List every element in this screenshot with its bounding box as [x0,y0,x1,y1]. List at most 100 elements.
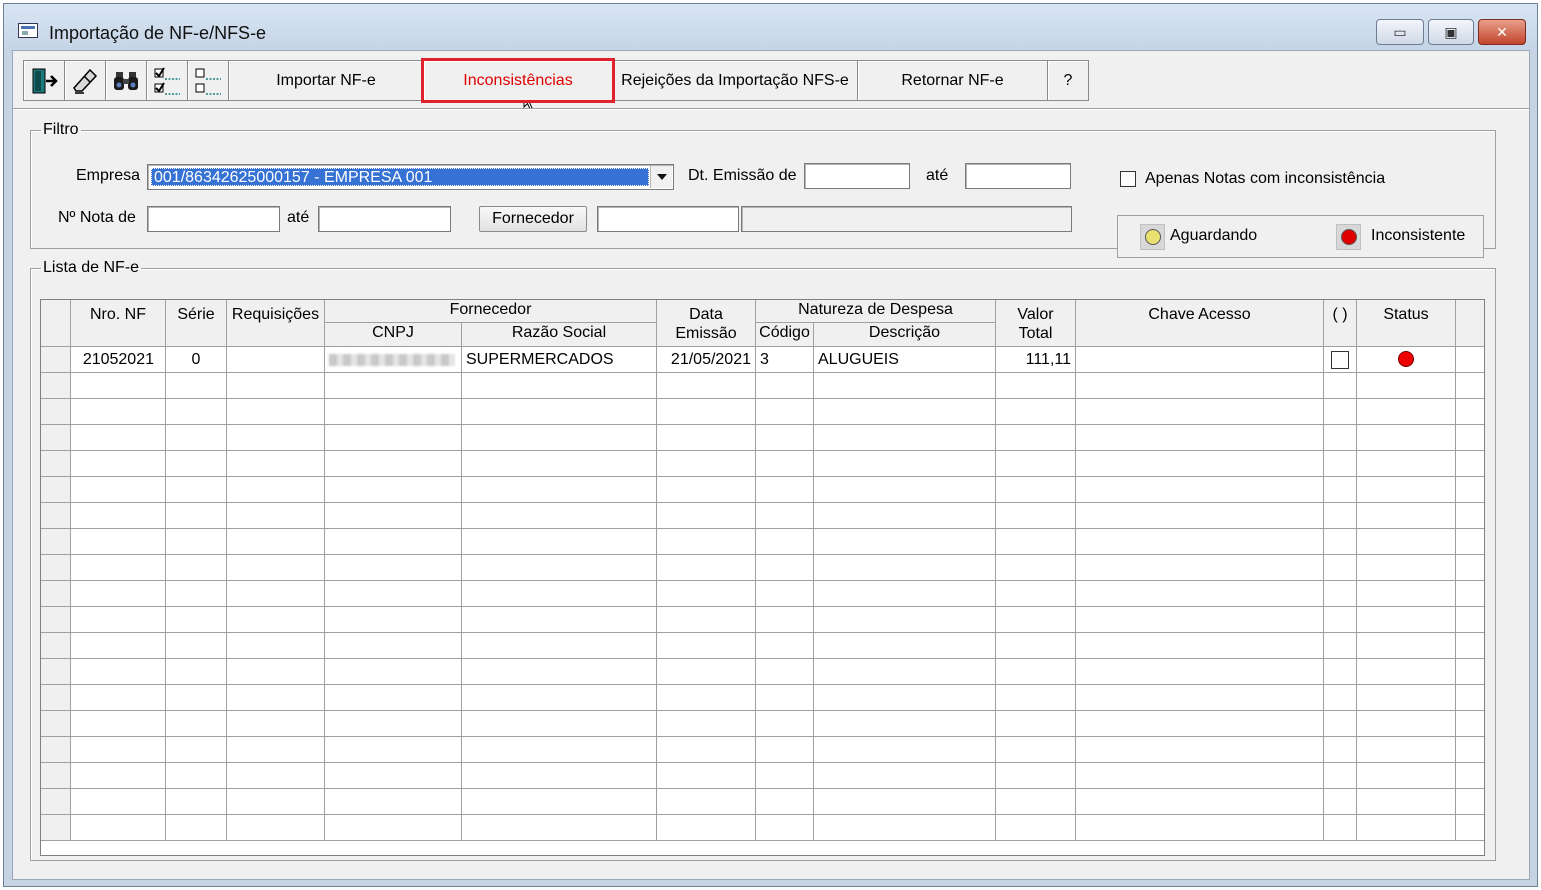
cell-valor-total: 111,11 [996,347,1076,373]
header-descricao[interactable]: Descrição [814,323,996,347]
empty-cell [325,607,462,633]
title-bar[interactable]: Importação de NF-e/NFS-e ▭ ▣ ✕ [4,4,1537,50]
empty-table-row[interactable] [41,425,1484,451]
empty-cell [166,555,227,581]
header-cnpj[interactable]: CNPJ [325,323,462,347]
empty-cell [996,529,1076,555]
empty-table-row[interactable] [41,711,1484,737]
empty-table-row[interactable] [41,685,1484,711]
empty-cell [657,503,756,529]
empresa-select[interactable]: 001/86342625000157 - EMPRESA 001 [147,164,674,190]
empty-cell [166,607,227,633]
empty-cell [325,555,462,581]
empty-table-row[interactable] [41,815,1484,841]
empty-table-row[interactable] [41,659,1484,685]
dt-emissao-de-input[interactable] [804,163,910,189]
empty-cell [1456,711,1484,737]
empty-cell [814,737,996,763]
empty-cell [1324,503,1357,529]
importar-nfe-button[interactable]: Importar NF-e [228,60,424,101]
empty-table-row[interactable] [41,581,1484,607]
maximize-button[interactable]: ▣ [1428,19,1474,45]
empty-table-row[interactable] [41,503,1484,529]
empty-cell [1456,607,1484,633]
header-data-emissao[interactable]: Data Emissão [657,300,756,347]
nota-de-input[interactable] [147,206,280,232]
select-all-button[interactable] [146,60,188,101]
empty-cell [166,477,227,503]
empty-cell [1357,659,1456,685]
empty-cell [462,581,657,607]
inconsistente-status-icon [1336,224,1361,250]
nfe-grid[interactable]: Nro. NF Série Requisições Fornecedor CNP… [40,299,1485,856]
empty-table-row[interactable] [41,477,1484,503]
empty-cell [1456,373,1484,399]
empty-cell [227,399,325,425]
cell-serie: 0 [166,347,227,373]
header-requisicoes[interactable]: Requisições [227,300,325,347]
rejeicoes-importacao-button[interactable]: Rejeições da Importação NFS-e [612,60,858,101]
row-indicator [41,425,71,451]
clear-button[interactable] [64,60,106,101]
empty-table-row[interactable] [41,399,1484,425]
empty-cell [462,607,657,633]
row-select-checkbox[interactable] [1331,351,1349,369]
empty-table-row[interactable] [41,451,1484,477]
empty-table-row[interactable] [41,529,1484,555]
close-button[interactable]: ✕ [1478,19,1526,45]
dt-emissao-ate-input[interactable] [965,163,1071,189]
empty-cell [1456,425,1484,451]
empty-table-row[interactable] [41,607,1484,633]
fornecedor-code-input[interactable] [597,206,739,232]
header-status[interactable]: Status [1357,300,1456,347]
nota-ate-input[interactable] [318,206,451,232]
empty-table-row[interactable] [41,789,1484,815]
cell-razao-social: SUPERMERCADOS [462,347,657,373]
header-chave-acesso[interactable]: Chave Acesso [1076,300,1324,347]
empty-cell [166,815,227,841]
apenas-inconsistencia-checkbox[interactable] [1120,171,1136,187]
fornecedor-name-field [741,206,1072,232]
header-serie[interactable]: Série [166,300,227,347]
empty-cell [1456,581,1484,607]
retornar-nfe-button[interactable]: Retornar NF-e [857,60,1048,101]
fornecedor-button[interactable]: Fornecedor [479,206,587,232]
header-valor-total[interactable]: Valor Total [996,300,1076,347]
empty-cell [996,477,1076,503]
chevron-down-icon[interactable] [650,166,672,188]
help-button[interactable]: ? [1047,60,1089,101]
empty-table-row[interactable] [41,373,1484,399]
empty-cell [996,451,1076,477]
inconsistencias-button[interactable]: Inconsistências [421,58,615,103]
empty-cell [996,737,1076,763]
header-razao-social[interactable]: Razão Social [462,323,657,347]
empty-cell [71,789,166,815]
empty-cell [1076,555,1324,581]
empty-cell [166,451,227,477]
empty-table-row[interactable] [41,763,1484,789]
empty-table-row[interactable] [41,555,1484,581]
unselect-all-button[interactable] [187,60,229,101]
table-row[interactable]: 21052021 0 SUPERMERCADOS 21/05/2021 3 AL… [41,347,1484,373]
empty-cell [657,659,756,685]
empty-table-row[interactable] [41,737,1484,763]
empty-cell [325,425,462,451]
exit-button[interactable] [23,60,65,101]
empty-cell [325,399,462,425]
empty-cell [814,711,996,737]
header-codigo[interactable]: Código [756,323,814,347]
row-indicator[interactable] [41,347,71,373]
search-button[interactable] [105,60,147,101]
empty-cell [227,581,325,607]
header-nro-nf[interactable]: Nro. NF [71,300,166,347]
empty-cell [756,685,814,711]
empty-cell [325,789,462,815]
empty-cell [657,581,756,607]
empty-cell [1456,477,1484,503]
header-selecao[interactable]: ( ) [1324,300,1357,347]
empty-cell [1324,763,1357,789]
empty-cell [657,555,756,581]
minimize-button[interactable]: ▭ [1376,19,1424,45]
empty-table-row[interactable] [41,633,1484,659]
header-data-line2: Emissão [675,325,737,342]
